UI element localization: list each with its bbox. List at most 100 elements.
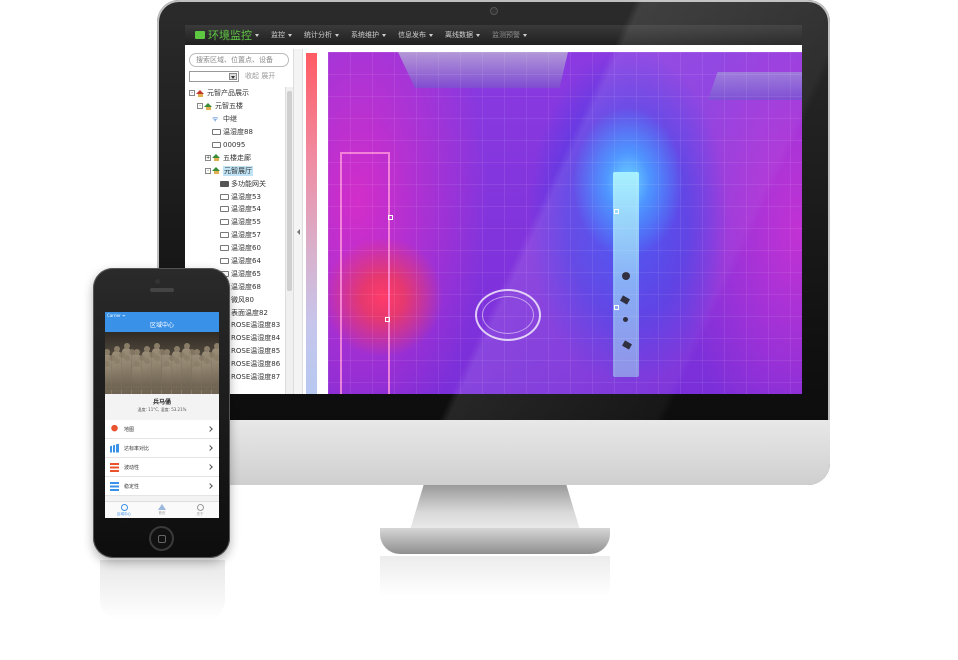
tree-node[interactable]: 温湿度88 xyxy=(185,126,285,139)
collapse-icon[interactable]: - xyxy=(205,167,211,174)
nav-item-info-publish[interactable]: 信息发布 xyxy=(392,30,439,40)
panel-splitter[interactable] xyxy=(293,49,303,394)
tree-node-label: 五楼走廊 xyxy=(223,153,251,162)
warrior-figure xyxy=(212,355,219,386)
tab-label: 关于 xyxy=(196,511,204,516)
sensor-marker[interactable] xyxy=(614,305,619,310)
tab-home[interactable]: 首页 xyxy=(143,502,181,518)
folder-icon xyxy=(212,142,221,148)
collapse-left-icon[interactable] xyxy=(297,229,300,235)
tree-node-label: 温湿度65 xyxy=(231,269,261,278)
expand-icon[interactable]: + xyxy=(205,154,211,161)
folder-icon xyxy=(212,129,221,136)
fluctuation-icon xyxy=(110,462,119,472)
tree-node[interactable]: - 元智展厅 xyxy=(185,164,285,177)
tab-label: 首页 xyxy=(158,511,166,515)
menu-item-fluctuation[interactable]: 波动性 xyxy=(105,458,219,477)
chevron-right-icon xyxy=(207,464,213,470)
tree-node-label: 00095 xyxy=(223,141,246,149)
tree-node-label: 温湿度53 xyxy=(231,192,261,201)
tree-node[interactable]: 00095 xyxy=(185,139,285,152)
iphone: Carrier ᯤ 区域中心 兵马俑 温度: 11°C, 湿度: 53.21% … xyxy=(93,268,230,558)
chevron-right-icon xyxy=(207,426,213,432)
tree-node[interactable]: 多功能网关 xyxy=(185,177,285,190)
chevron-right-icon xyxy=(207,445,213,451)
tree-node[interactable]: 温湿度54 xyxy=(185,203,285,216)
scrollbar-thumb[interactable] xyxy=(287,91,292,291)
gateway-icon xyxy=(220,180,229,187)
home-button[interactable] xyxy=(149,526,174,551)
tree-node[interactable]: 温湿度53 xyxy=(185,190,285,203)
tree-node[interactable]: + 五楼走廊 xyxy=(185,151,285,164)
tree-node-label: 元智五楼 xyxy=(215,102,243,111)
carrier-label: Carrier ᯤ xyxy=(107,312,126,318)
collapse-icon[interactable]: - xyxy=(197,103,203,110)
sensor-marker[interactable] xyxy=(385,317,390,322)
warrior-figure xyxy=(162,361,171,386)
tree-node-label: 温湿度57 xyxy=(231,231,261,240)
tree-scrollbar[interactable] xyxy=(285,87,293,394)
warrior-figure xyxy=(172,358,181,386)
nav-item-warning[interactable]: 监测预警 xyxy=(486,30,533,40)
nav-item-monitor[interactable]: 监控 xyxy=(265,30,298,40)
menu-item-stability[interactable]: 稳定性 xyxy=(105,477,219,496)
caret-down-icon xyxy=(288,33,292,37)
terracotta-warriors-photo xyxy=(105,332,219,394)
home-square-icon xyxy=(158,535,166,543)
tree-node-label: 元智产品展示 xyxy=(207,89,249,98)
webcam-icon xyxy=(490,7,498,15)
caret-down-icon xyxy=(476,33,480,37)
monitor-logo-icon xyxy=(195,31,205,39)
sensor-marker[interactable] xyxy=(388,215,393,220)
imac-chin xyxy=(157,420,830,485)
nav-item-statistics[interactable]: 统计分析 xyxy=(298,30,345,40)
heatmap-view xyxy=(328,52,802,394)
tree-node-label: 温湿度60 xyxy=(231,244,261,253)
tree-node-label: 温湿度88 xyxy=(223,128,253,137)
caret-down-icon xyxy=(523,33,527,37)
nav-item-offline-data[interactable]: 离线数据 xyxy=(439,30,486,40)
info-icon xyxy=(196,503,204,511)
tree-node[interactable]: 温湿度64 xyxy=(185,255,285,268)
tab-region-center[interactable]: 区域中心 xyxy=(105,502,143,518)
tree-node-label: 多功能网关 xyxy=(231,179,266,188)
tree-node[interactable]: 温湿度55 xyxy=(185,216,285,229)
tree-node-label: ROSE温湿度83 xyxy=(231,321,281,330)
status-bar: Carrier ᯤ xyxy=(105,312,219,319)
menu-item-compliance[interactable]: 达标率对比 xyxy=(105,439,219,458)
tree-node-label: 表面温度82 xyxy=(231,308,268,317)
tree-node[interactable]: 温湿度60 xyxy=(185,242,285,255)
tree-node[interactable]: - 元智产品展示 xyxy=(185,87,285,100)
warrior-figure xyxy=(152,355,161,386)
brand-menu[interactable]: 环境监控 xyxy=(185,25,265,45)
warrior-figure xyxy=(142,358,151,386)
tree-node-label: ROSE温湿度85 xyxy=(231,347,281,356)
menu-item-map[interactable]: 地图 xyxy=(105,420,219,439)
imac-reflection xyxy=(380,556,610,596)
menu-item-label: 达标率对比 xyxy=(124,445,150,452)
heat-legend-bar xyxy=(306,53,317,394)
house-red-icon xyxy=(196,89,205,97)
brand-title: 环境监控 xyxy=(208,29,252,42)
front-camera-icon xyxy=(155,279,160,284)
search-input[interactable]: 搜索区域、位置点、设备 xyxy=(189,53,289,67)
tree-node-label: ROSE温湿度84 xyxy=(231,334,281,343)
house-green-icon xyxy=(204,102,213,110)
imac-stand-foot xyxy=(380,528,610,554)
collapse-expand-links[interactable]: 收起 展开 xyxy=(245,71,275,81)
menu-item-label: 地图 xyxy=(124,426,135,433)
tree-node-label: 元智展厅 xyxy=(223,165,253,176)
tree-node[interactable]: - 元智五楼 xyxy=(185,100,285,113)
phone-screen: Carrier ᯤ 区域中心 兵马俑 温度: 11°C, 湿度: 53.21% … xyxy=(105,312,219,518)
chevron-down-icon xyxy=(229,73,237,80)
collapse-icon[interactable]: - xyxy=(189,90,195,97)
sensor-marker[interactable] xyxy=(614,209,619,214)
product-showcase: 环境监控 监控 统计分析 系统维护 信息发布 离线数据 监测预警 搜索区域、位置… xyxy=(0,0,958,660)
nav-item-system-maintenance[interactable]: 系统维护 xyxy=(345,30,392,40)
tree-node-label: 中继 xyxy=(223,115,237,124)
tab-about[interactable]: 关于 xyxy=(181,502,219,518)
tree-node[interactable]: 温湿度57 xyxy=(185,229,285,242)
filter-select[interactable] xyxy=(189,71,239,82)
tree-node[interactable]: ᯤ 中继 xyxy=(185,113,285,126)
tree-node-label: 温湿度68 xyxy=(231,282,261,291)
